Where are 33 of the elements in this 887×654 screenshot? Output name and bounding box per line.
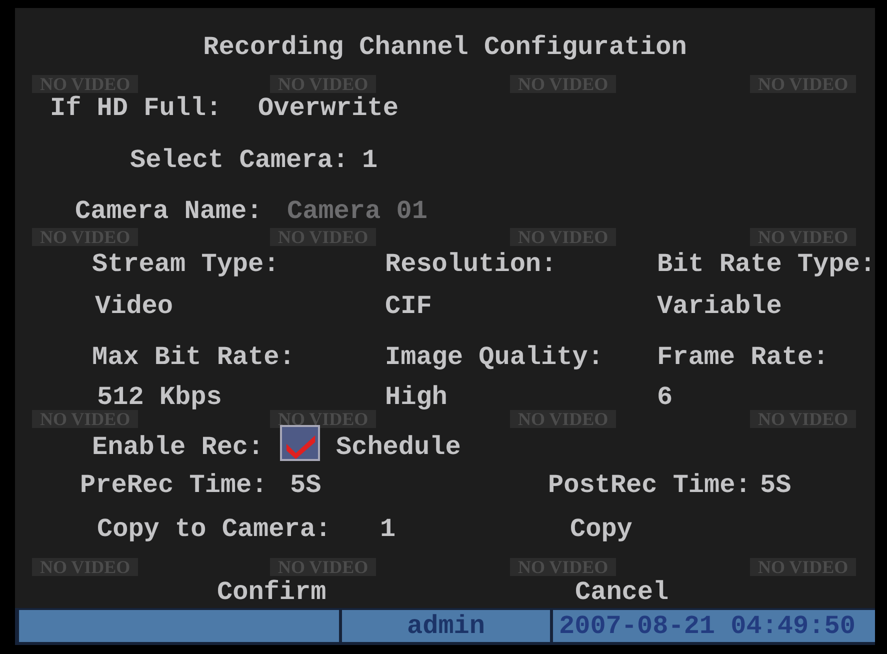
- field-label: Copy to Camera:: [97, 516, 332, 542]
- field-label: PostRec Time:: [548, 472, 751, 498]
- enable-rec-checkbox[interactable]: [280, 425, 320, 461]
- date-time: 2007-08-21 04:49:50: [553, 610, 875, 642]
- field-label: Bit Rate Type:: [657, 251, 876, 277]
- field-value: Video: [95, 293, 174, 319]
- field-value: 6: [657, 384, 673, 410]
- field-label: Stream Type:: [92, 251, 280, 277]
- camera-name-field: Camera 01: [287, 198, 428, 224]
- field-value: 5S: [290, 472, 322, 498]
- field-label: Camera Name:: [75, 198, 262, 224]
- user-name: admin: [342, 610, 550, 642]
- field-label: Max Bit Rate:: [92, 344, 295, 370]
- cancel-button[interactable]: Cancel: [575, 579, 669, 605]
- field-value: Variable: [657, 293, 782, 319]
- field-label: If HD Full:: [50, 95, 222, 121]
- field-label: Image Quality:: [385, 344, 604, 370]
- menu-title: Recording Channel Configuration: [203, 32, 687, 62]
- copy-button[interactable]: Copy: [570, 516, 632, 542]
- field-label: Select Camera:: [130, 147, 348, 173]
- schedule-button[interactable]: Schedule: [336, 434, 461, 460]
- field-value: 1: [380, 516, 396, 542]
- field-value: High: [385, 384, 448, 410]
- field-label: Frame Rate:: [657, 344, 829, 370]
- field-label: PreRec Time:: [80, 472, 268, 498]
- field-label: Resolution:: [385, 251, 557, 277]
- field-value: Overwrite: [258, 95, 398, 121]
- field-value: 5S: [760, 472, 792, 498]
- field-value: 512 Kbps: [97, 384, 222, 410]
- field-label: Enable Rec:: [92, 434, 264, 460]
- field-value: 1: [362, 147, 378, 173]
- field-value: CIF: [385, 293, 432, 319]
- confirm-button[interactable]: Confirm: [217, 579, 326, 605]
